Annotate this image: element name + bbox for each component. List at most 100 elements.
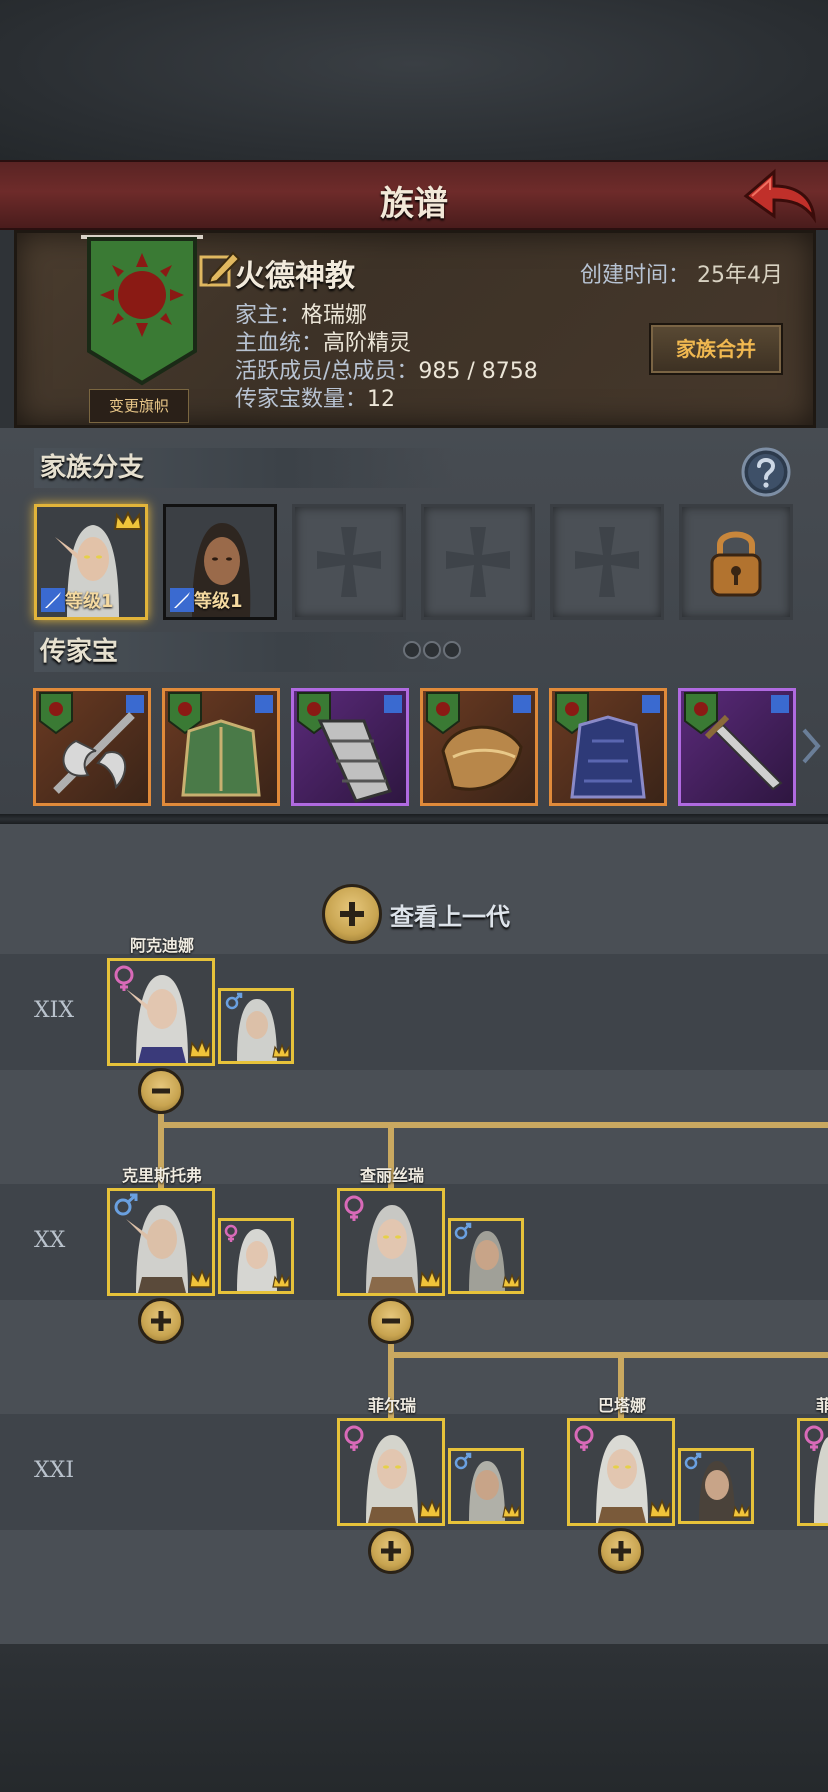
sword-icon [684,692,789,791]
create-time-value: 25年4月 [697,263,783,288]
heirloom-count-label: 传家宝数量： [235,387,368,412]
plus-icon [611,1541,631,1561]
lock-icon [710,531,762,597]
elf-female-portrait-icon [340,1191,442,1293]
crown-icon [113,510,143,530]
minus-icon [152,1088,170,1094]
help-icon[interactable] [740,446,792,498]
clan-name: 火德神教 [235,259,355,294]
minus-icon [382,1318,400,1324]
elf-male-portrait-icon [221,991,291,1061]
generation-label-xix: XIX [34,998,75,1023]
green-armor-icon [168,692,273,797]
heirloom-item-4[interactable] [420,688,538,806]
golden-helm-icon [426,692,531,791]
spouse-portrait[interactable] [218,1218,294,1294]
branch-level-text: 等级1 [194,591,243,612]
plus-icon[interactable] [322,884,382,944]
halberd-icon [39,692,144,794]
elf-female-portrait-icon [110,961,212,1063]
male-portrait-icon [681,1451,751,1521]
member-name: 巴塔娜 [597,1396,646,1415]
member-name: 菲尔瑞 [367,1396,416,1415]
clan-info-panel: 变更旗帜 火德神教 创建时间： 25年4月 家主：格瑞娜 主血统：高阶精灵 活跃… [14,230,816,428]
branch-level-text: 等级1 [65,591,114,612]
page-indicator-dots[interactable] [400,638,470,662]
expand-button[interactable] [598,1528,644,1574]
tree-connector [388,1122,394,1198]
branch-slot-6-locked[interactable] [679,504,793,620]
spouse-portrait[interactable] [448,1448,524,1524]
members-value: 985 / 8758 [418,359,538,384]
member-name: 克里斯托弗 [121,1166,202,1185]
plus-icon [381,1541,401,1561]
member-portrait[interactable] [797,1418,828,1526]
branch-slot-2[interactable]: 等级1 [163,504,277,620]
member-portrait[interactable] [337,1188,445,1296]
heirloom-item-2[interactable] [162,688,280,806]
heirloom-count-line: 传家宝数量：12 [235,381,395,413]
member-portrait[interactable] [567,1418,675,1526]
tree-connector [388,1352,828,1358]
generation-label-xxi: XXI [34,1458,75,1483]
male-portrait-icon [451,1451,521,1521]
cross-placeholder-icon [575,527,639,597]
generation-label-xx: XX [34,1228,66,1253]
sword-class-icon [41,588,65,612]
member-name: 菲 [816,1396,828,1415]
section-divider [0,814,828,824]
blue-armor-icon [555,692,660,799]
heirloom-item-3[interactable] [291,688,409,806]
bottom-background [0,1644,828,1792]
branch-slot-1[interactable]: 等级1 [34,504,148,620]
view-previous-label: 查看上一代 [390,902,510,931]
branch-slot-5-empty[interactable] [550,504,664,620]
elf-female-portrait-icon [570,1421,672,1523]
member-portrait[interactable] [337,1418,445,1526]
sword-class-icon [170,588,194,612]
cross-placeholder-icon [446,527,510,597]
tree-connector [618,1352,624,1428]
heirlooms-header: 传家宝 [34,632,454,672]
branches-header: 家族分支 [34,448,454,488]
elf-male-portrait-icon [110,1191,212,1293]
branch-slot-3-empty[interactable] [292,504,406,620]
change-flag-button[interactable]: 变更旗帜 [89,389,189,423]
chevron-right-icon[interactable] [800,726,822,766]
elf-female-portrait-icon [340,1421,442,1523]
elf-female-portrait-icon [221,1221,291,1291]
member-portrait[interactable] [107,958,215,1066]
member-name: 阿克迪娜 [129,936,194,955]
elf-female-portrait-icon [800,1421,828,1523]
heirloom-item-5[interactable] [549,688,667,806]
expand-button[interactable] [138,1298,184,1344]
heirloom-item-6[interactable] [678,688,796,806]
heirloom-item-1[interactable] [33,688,151,806]
clan-merge-button[interactable]: 家族合并 [649,323,783,375]
spouse-portrait[interactable] [448,1218,524,1294]
collapse-button[interactable] [138,1068,184,1114]
member-name: 查丽丝瑞 [359,1166,424,1185]
spouse-portrait[interactable] [678,1448,754,1524]
tree-connector [158,1122,828,1128]
expand-button[interactable] [368,1528,414,1574]
top-background [0,0,828,160]
clan-banner-icon[interactable] [77,233,207,393]
heirloom-count-value: 12 [367,387,396,412]
branch-level: 等级1 [170,587,243,613]
collapse-button[interactable] [368,1298,414,1344]
create-time: 创建时间： 25年4月 [580,257,783,289]
male-portrait-icon [451,1221,521,1291]
branch-level: 等级1 [41,587,114,613]
gauntlet-icon [297,692,402,803]
page-title: 族谱 [380,184,448,224]
create-time-label: 创建时间： [579,263,690,288]
view-previous-generation[interactable]: 查看上一代 [322,884,510,944]
cross-placeholder-icon [317,527,381,597]
title-bar: 族谱 [0,160,828,230]
spouse-portrait[interactable] [218,988,294,1064]
member-portrait[interactable] [107,1188,215,1296]
plus-icon [151,1311,171,1331]
branch-slot-4-empty[interactable] [421,504,535,620]
back-arrow-icon[interactable] [738,166,818,228]
